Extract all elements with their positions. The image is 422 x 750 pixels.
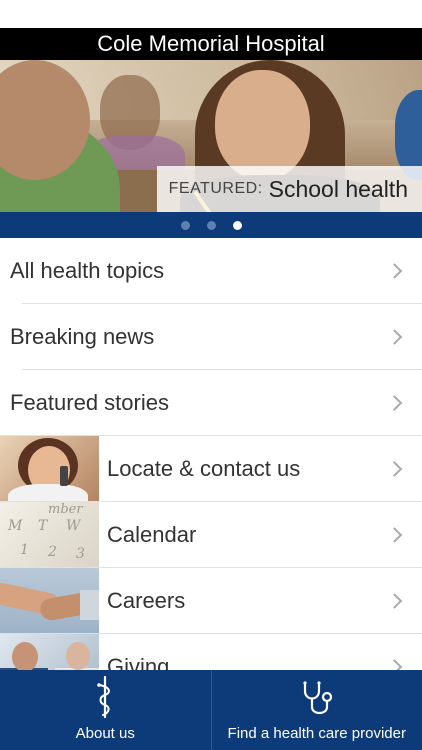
calendar-thumbnail-text: 3	[76, 546, 85, 562]
menu-item-giving[interactable]: Giving	[0, 634, 422, 670]
tab-about-us[interactable]: About us	[0, 670, 211, 750]
menu-item-label: Featured stories	[10, 390, 169, 415]
menu-item-label: Giving	[107, 654, 170, 670]
menu-item-label: All health topics	[10, 258, 165, 283]
chevron-right-icon	[386, 659, 403, 670]
pager-dot[interactable]	[206, 220, 216, 230]
calendar-thumbnail-text: M	[8, 518, 23, 534]
doctors-thumbnail	[0, 634, 99, 670]
calendar-thumbnail-text: T	[38, 518, 48, 534]
menu-item-all-health-topics[interactable]: All health topics	[0, 238, 422, 304]
calendar-thumbnail-text: 1	[20, 542, 29, 558]
calendar-thumbnail-text: mber	[48, 502, 83, 517]
menu-item-featured-stories[interactable]: Featured stories	[0, 370, 422, 436]
chevron-right-icon	[386, 527, 403, 543]
tab-find-provider[interactable]: Find a health care provider	[210, 670, 422, 750]
menu-item-label: Breaking news	[10, 324, 155, 349]
woman-on-phone-thumbnail	[0, 436, 99, 501]
app-title: Cole Memorial Hospital	[97, 31, 325, 56]
pager-dot[interactable]	[180, 220, 190, 230]
menu-item-label: Careers	[107, 588, 186, 613]
chevron-right-icon	[386, 329, 403, 345]
bottom-tab-bar: About us Find a health care provider	[0, 670, 422, 750]
menu-item-breaking-news[interactable]: Breaking news	[0, 304, 422, 370]
handshake-thumbnail	[0, 568, 99, 633]
menu-item-locate-contact[interactable]: Locate & contact us	[0, 436, 422, 502]
hero-photo-girl-face	[215, 70, 310, 180]
app-title-bar: Cole Memorial Hospital	[0, 28, 422, 60]
chevron-right-icon	[386, 593, 403, 609]
calendar-thumbnail-text: W	[66, 518, 81, 534]
calendar-thumbnail-text: 2	[48, 544, 57, 560]
menu-item-label: Calendar	[107, 522, 197, 547]
chevron-right-icon	[386, 395, 403, 411]
calendar-thumbnail: mber M T W 1 2 3	[0, 502, 99, 567]
tab-label: Find a health care provider	[227, 725, 406, 742]
menu-item-calendar[interactable]: mber M T W 1 2 3 Calendar	[0, 502, 422, 568]
featured-topic: School health	[268, 175, 408, 202]
tab-label: About us	[75, 725, 135, 742]
featured-caption[interactable]: FEATURED: School health	[157, 166, 422, 212]
chevron-right-icon	[386, 263, 403, 279]
pager-dot-active[interactable]	[232, 220, 242, 230]
carousel-pager[interactable]	[0, 212, 422, 238]
featured-prefix: FEATURED:	[168, 180, 263, 197]
menu-item-label: Locate & contact us	[107, 456, 301, 481]
status-bar-area	[0, 0, 422, 28]
menu-item-careers[interactable]: Careers	[0, 568, 422, 634]
stethoscope-icon	[303, 681, 332, 715]
caduceus-icon	[97, 675, 111, 719]
main-menu-list[interactable]: All health topics Breaking news Featured…	[0, 238, 422, 670]
chevron-right-icon	[386, 461, 403, 477]
